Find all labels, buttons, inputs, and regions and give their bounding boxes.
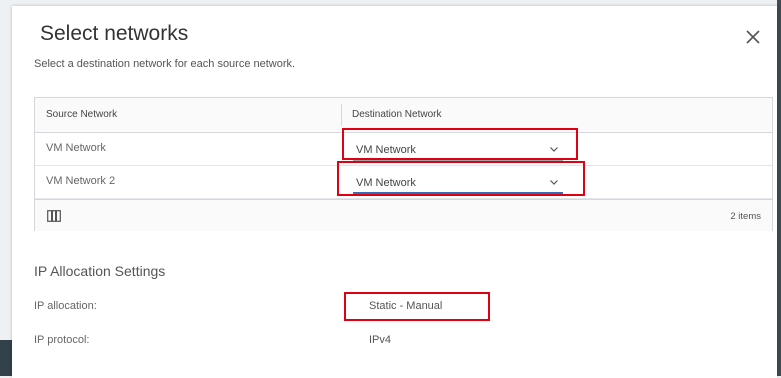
column-toggle-icon[interactable] xyxy=(47,210,61,222)
dialog-subtitle: Select a destination network for each so… xyxy=(34,58,296,70)
backdrop-edge-left xyxy=(0,340,12,376)
ip-protocol-value: IPv4 xyxy=(369,334,392,346)
ip-protocol-label: IP protocol: xyxy=(34,334,90,346)
column-divider[interactable] xyxy=(341,104,342,126)
backdrop-edge-right xyxy=(777,0,781,376)
highlight-box xyxy=(337,161,585,196)
column-header-source[interactable]: Source Network xyxy=(46,109,117,120)
source-network-cell: VM Network 2 xyxy=(46,175,116,187)
highlight-box xyxy=(344,292,490,321)
dialog-title: Select networks xyxy=(40,22,189,45)
column-header-destination[interactable]: Destination Network xyxy=(352,109,441,120)
highlight-box xyxy=(342,128,578,160)
item-count: 2 items xyxy=(730,211,761,222)
ip-allocation-label: IP allocation: xyxy=(34,300,97,312)
ip-allocation-heading: IP Allocation Settings xyxy=(34,263,166,279)
grid-footer: 2 items xyxy=(35,199,772,231)
source-network-cell: VM Network xyxy=(46,142,106,154)
close-icon[interactable] xyxy=(742,26,764,48)
